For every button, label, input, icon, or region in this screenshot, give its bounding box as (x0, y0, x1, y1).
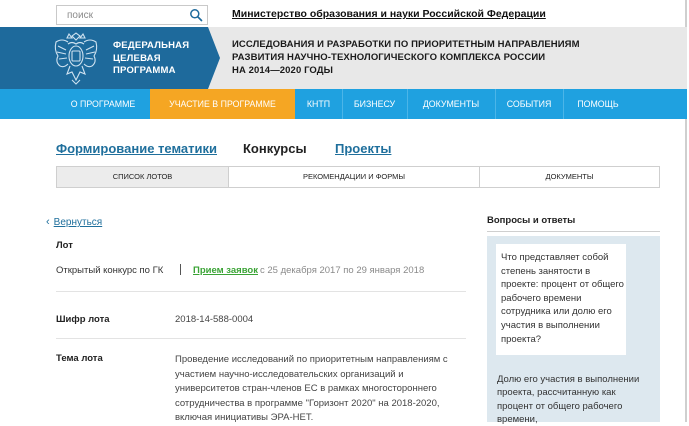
tab-lot-list[interactable]: СПИСОК ЛОТОВ (57, 167, 228, 187)
section-tabs: СПИСОК ЛОТОВ РЕКОМЕНДАЦИИ И ФОРМЫ ДОКУМЕ… (56, 166, 660, 188)
date-range: с 25 декабря 2017 по 29 января 2018 (260, 265, 425, 276)
back-link[interactable]: ‹ Вернуться (46, 216, 102, 228)
nav-item-events[interactable]: СОБЫТИЯ (495, 89, 563, 119)
nav-item-business[interactable]: БИЗНЕСУ (342, 89, 407, 119)
search-icon[interactable] (189, 8, 203, 22)
nav-item-participation[interactable]: УЧАСТИЕ В ПРОГРАММЕ (150, 89, 295, 119)
coat-of-arms-icon (54, 32, 98, 85)
main-nav: О ПРОГРАММЕ УЧАСТИЕ В ПРОГРАММЕ КНТП БИЗ… (0, 89, 687, 119)
subtab-topics[interactable]: Формирование тематики (56, 141, 217, 156)
nav-item-kntp[interactable]: КНТП (295, 89, 342, 119)
logo-text: ФЕДЕРАЛЬНАЯ ЦЕЛЕВАЯ ПРОГРАММА (113, 40, 189, 78)
tab-recommendations[interactable]: РЕКОМЕНДАЦИИ И ФОРМЫ (229, 167, 479, 187)
ministry-link[interactable]: Министерство образования и науки Российс… (232, 8, 546, 20)
competition-type: Открытый конкурс по ГК (56, 265, 164, 276)
program-title: ИССЛЕДОВАНИЯ И РАЗРАБОТКИ ПО ПРИОРИТЕТНЫ… (232, 39, 580, 77)
chevron-left-icon: ‹ (46, 216, 50, 228)
lot-heading: Лот (56, 240, 73, 251)
logo-notch (208, 27, 220, 89)
lot-topic-label: Тема лота (56, 353, 103, 364)
logo-line: ФЕДЕРАЛЬНАЯ (113, 40, 190, 51)
qa-title-divider (487, 231, 660, 232)
subtab-competitions[interactable]: Конкурсы (243, 141, 307, 156)
tab-documents[interactable]: ДОКУМЕНТЫ (480, 167, 659, 187)
logo-line: ПРОГРАММА (113, 65, 176, 76)
program-title-line: НА 2014—2020 ГОДЫ (232, 64, 334, 76)
nav-item-about[interactable]: О ПРОГРАММЕ (56, 89, 150, 119)
nav-item-documents[interactable]: ДОКУМЕНТЫ (407, 89, 495, 119)
qa-title: Вопросы и ответы (487, 215, 576, 226)
page-frame: Министерство образования и науки Российс… (0, 0, 687, 425)
program-title-line: РАЗВИТИЯ НАУЧНО-ТЕХНОЛОГИЧЕСКОГО КОМПЛЕК… (232, 51, 546, 63)
program-title-line: ИССЛЕДОВАНИЯ И РАЗРАБОТКИ ПО ПРИОРИТЕТНЫ… (232, 39, 580, 50)
back-link-label: Вернуться (53, 217, 103, 228)
search-input[interactable] (57, 6, 182, 24)
lot-code-value: 2018-14-588-0004 (175, 314, 254, 325)
logo-line: ЦЕЛЕВАЯ (113, 52, 161, 64)
subtab-projects[interactable]: Проекты (335, 141, 391, 156)
nav-item-help[interactable]: ПОМОЩЬ (563, 89, 633, 119)
qa-question[interactable]: Что представляет собой степень занятости… (501, 251, 626, 346)
divider (180, 264, 181, 275)
qa-answer: Долю его участия в выполнении проекта, р… (497, 374, 640, 425)
lot-topic-value: Проведение исследований по приоритетным … (175, 354, 448, 423)
header-band: ФЕДЕРАЛЬНАЯ ЦЕЛЕВАЯ ПРОГРАММА ИССЛЕДОВАН… (0, 27, 687, 89)
row-divider (56, 291, 466, 292)
search-box (56, 5, 208, 25)
status-badge[interactable]: Прием заявок (193, 265, 258, 276)
row-divider (56, 338, 466, 339)
logo-block[interactable]: ФЕДЕРАЛЬНАЯ ЦЕЛЕВАЯ ПРОГРАММА (0, 27, 208, 89)
lot-code-label: Шифр лота (56, 314, 110, 325)
